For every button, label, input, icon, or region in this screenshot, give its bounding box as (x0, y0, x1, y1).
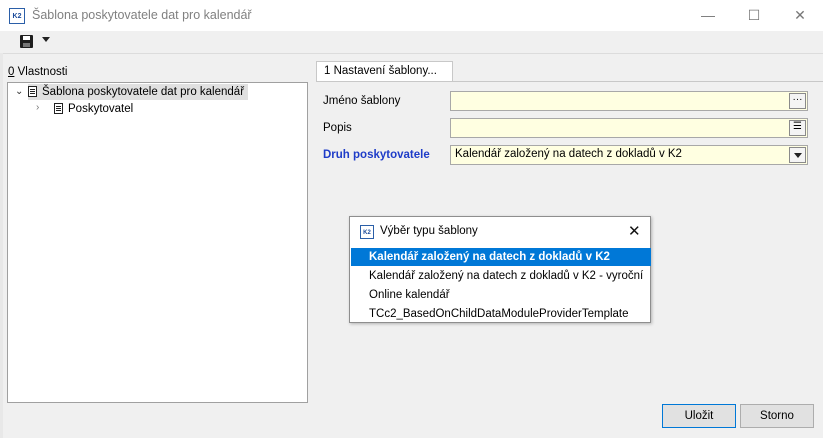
template-type-popup: K2 Výběr typu šablony ✕ Kalendář založen… (349, 216, 651, 323)
save-button[interactable]: Uložit (662, 404, 736, 428)
save-icon[interactable] (20, 35, 33, 48)
minimize-button[interactable]: — (685, 0, 731, 31)
tab-template-settings[interactable]: 1 Nastavení šablony... (316, 61, 453, 82)
chevron-down-icon[interactable] (42, 37, 50, 42)
toolbar-divider (0, 53, 823, 54)
chevron-right-icon[interactable]: › (36, 102, 39, 113)
tree-item-root[interactable]: Šablona poskytovatele dat pro kalendář (28, 84, 248, 100)
window-title: Šablona poskytovatele dat pro kalendář (32, 8, 252, 22)
cancel-button[interactable]: Storno (740, 404, 814, 428)
toolbar (0, 31, 823, 53)
app-logo-icon: K2 (360, 225, 374, 239)
chevron-down-icon[interactable]: ⌄ (15, 86, 23, 97)
option-item[interactable]: Kalendář založený na datech z dokladů v … (351, 248, 651, 266)
popup-title: Výběr typu šablony (380, 225, 478, 237)
description-field[interactable]: ☰ (450, 118, 808, 138)
provider-type-label: Druh poskytovatele (323, 149, 430, 161)
text-editor-icon[interactable]: ☰ (789, 120, 806, 136)
maximize-button[interactable]: ☐ (731, 0, 777, 31)
option-item[interactable]: Online kalendář (351, 286, 651, 304)
option-item[interactable]: TCc2_BasedOnChildDataModuleProviderTempl… (351, 305, 651, 323)
chevron-down-icon (794, 153, 802, 158)
close-button[interactable]: ✕ (777, 0, 823, 31)
popup-close-icon[interactable]: ✕ (628, 222, 641, 240)
description-label: Popis (323, 122, 352, 134)
dropdown-button[interactable] (789, 147, 806, 163)
left-edge (0, 53, 3, 438)
ellipsis-icon[interactable]: ··· (789, 93, 806, 109)
tree-item-label: Šablona poskytovatele dat pro kalendář (42, 86, 245, 98)
tree-item-provider[interactable]: Poskytovatel (54, 101, 133, 117)
template-name-label: Jméno šablony (323, 95, 401, 107)
option-item[interactable]: Kalendář založený na datech z dokladů v … (351, 267, 651, 285)
provider-type-value: Kalendář založený na datech z dokladů v … (455, 148, 682, 160)
tree-item-label: Poskytovatel (68, 103, 134, 115)
tab-divider (316, 81, 823, 82)
provider-type-select[interactable]: Kalendář založený na datech z dokladů v … (450, 145, 808, 165)
properties-label: 0 Vlastnosti (8, 66, 68, 78)
document-icon (28, 86, 37, 97)
app-logo-icon: K2 (9, 8, 25, 24)
document-icon (54, 103, 63, 114)
template-name-field[interactable]: ··· (450, 91, 808, 111)
properties-tree[interactable] (7, 82, 308, 403)
